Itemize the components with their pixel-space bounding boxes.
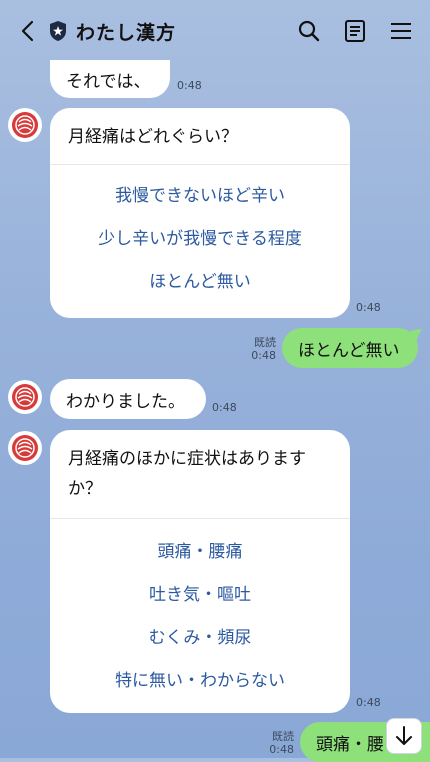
question-card: 月経痛はどれぐらい？ 我慢できないほど辛い 少し辛いが我慢できる程度 ほとんど無…: [50, 108, 350, 318]
bot-avatar[interactable]: [8, 380, 42, 414]
answer-options: 頭痛・腰痛 吐き気・嘔吐 むくみ・頻尿 特に無い・わからない: [50, 519, 350, 711]
answer-option[interactable]: 頭痛・腰痛: [50, 531, 350, 574]
bot-message-bubble: それでは、: [50, 60, 170, 98]
menu-button[interactable]: [386, 16, 416, 46]
bubble-tail: [410, 329, 422, 343]
message-time: 0:48: [356, 696, 381, 709]
back-button[interactable]: [14, 17, 42, 45]
message-time: 0:48: [269, 743, 294, 756]
header-actions: [294, 16, 416, 46]
read-label: 既読: [254, 336, 276, 349]
message-text: ほとんど無い: [298, 340, 400, 361]
question-text: 月経痛のほかに症状はありますか？: [50, 430, 350, 519]
chat-title: わたし漢方: [76, 21, 177, 44]
message-time: 0:48: [251, 349, 276, 362]
bot-avatar[interactable]: [8, 431, 42, 465]
shield-icon: [50, 21, 66, 41]
message-text: それでは、: [66, 71, 151, 92]
message-text: わかりました。: [66, 391, 185, 412]
message-time: 0:48: [177, 79, 202, 92]
message-time: 0:48: [356, 301, 381, 314]
answer-option[interactable]: 特に無い・わからない: [50, 660, 350, 703]
bot-avatar[interactable]: [8, 108, 42, 142]
answer-options: 我慢できないほど辛い 少し辛いが我慢できる程度 ほとんど無い: [50, 165, 350, 312]
arrow-down-icon: [396, 726, 412, 745]
answer-option[interactable]: 我慢できないほど辛い: [50, 175, 350, 218]
answer-option[interactable]: むくみ・頻尿: [50, 617, 350, 660]
kanpo-logo-icon: [12, 384, 38, 410]
search-button[interactable]: [294, 16, 324, 46]
question-card: 月経痛のほかに症状はありますか？ 頭痛・腰痛 吐き気・嘔吐 むくみ・頻尿 特に無…: [50, 430, 350, 713]
answer-option[interactable]: 少し辛いが我慢できる程度: [50, 218, 350, 261]
search-icon: [298, 20, 320, 42]
menu-icon: [391, 23, 411, 39]
question-text: 月経痛はどれぐらい？: [50, 108, 350, 165]
notes-icon: [345, 20, 365, 42]
kanpo-logo-icon: [12, 112, 38, 138]
answer-option[interactable]: ほとんど無い: [50, 261, 350, 304]
read-receipt: 既読 0:48: [258, 730, 294, 756]
kanpo-logo-icon: [12, 435, 38, 461]
chevron-left-icon: [21, 20, 34, 42]
message-text: 頭痛・腰: [316, 734, 384, 755]
scroll-to-bottom-button[interactable]: [386, 718, 422, 754]
answer-option[interactable]: 吐き気・嘔吐: [50, 574, 350, 617]
message-time: 0:48: [212, 401, 237, 414]
chat-header: わたし漢方: [0, 0, 430, 62]
notes-button[interactable]: [340, 16, 370, 46]
read-receipt: 既読 0:48: [240, 336, 276, 362]
bot-message-bubble: わかりました。: [50, 379, 206, 419]
read-label: 既読: [272, 730, 294, 743]
user-message-bubble: ほとんど無い: [282, 328, 418, 368]
chat-area: それでは、 0:48 月経痛はどれぐらい？ 我慢できないほど辛い 少し辛いが我慢…: [0, 0, 430, 762]
